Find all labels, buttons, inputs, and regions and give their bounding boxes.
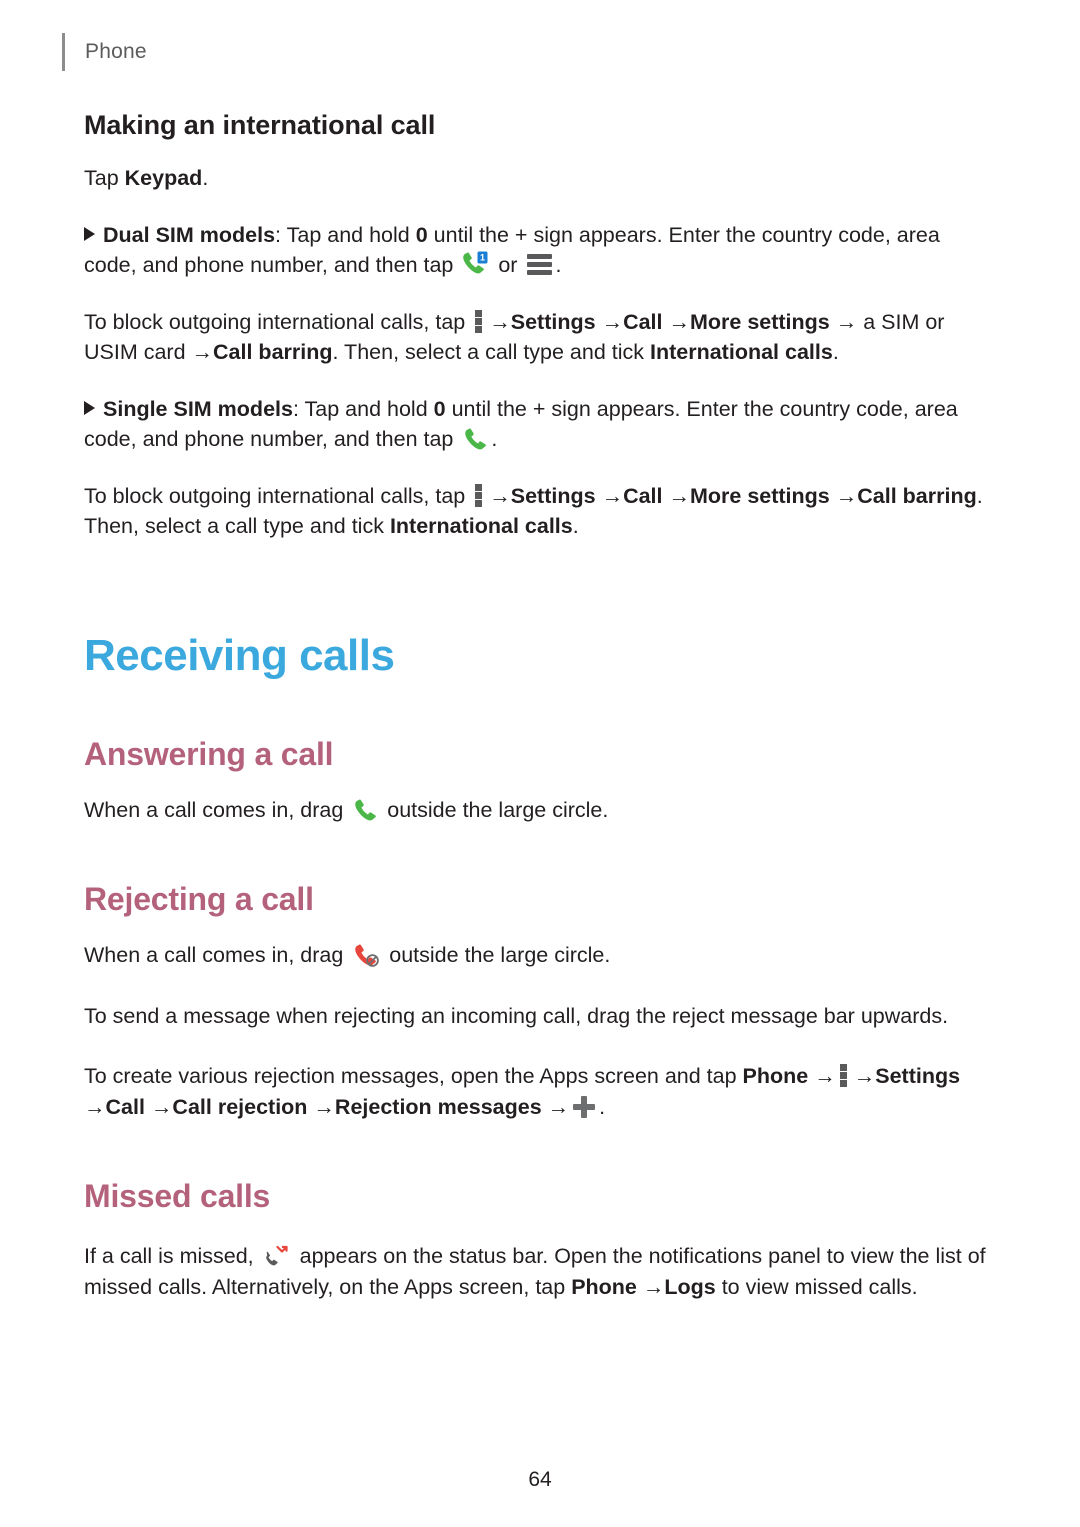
text-tap-suffix: . — [202, 166, 209, 190]
text-dual-sim-label: Dual SIM models — [103, 222, 276, 247]
page-content: Making an international call Tap Keypad.… — [84, 110, 996, 1302]
paragraph-reject-message-bar: To send a message when rejecting an inco… — [84, 1003, 949, 1028]
text-dual-sim-or: or — [492, 253, 524, 278]
call-handset-sim-icon: 1 — [461, 251, 488, 277]
text-usim-card: USIM card — [84, 340, 192, 365]
arrow-glyph-6: → — [489, 483, 511, 508]
arrow-glyph-13: → — [150, 1094, 173, 1119]
text-dual-sim-zero: 0 — [415, 222, 428, 247]
page-number: 64 — [528, 1468, 552, 1491]
text-reject-b: outside the large circle. — [383, 943, 611, 968]
text-phone-bold-2: Phone — [571, 1274, 637, 1299]
text-keypad-bold: Keypad — [124, 166, 203, 190]
text-call-barring-1: Call barring — [213, 340, 333, 365]
text-reject-a: When a call comes in, drag — [84, 943, 350, 968]
heading-missed-calls: Missed calls — [84, 1178, 271, 1215]
arrow-glyph-11: → — [853, 1064, 876, 1089]
text-dual-sim-a: Tap and hold — [286, 222, 416, 247]
text-international-calls-2: International calls — [389, 514, 573, 539]
arrow-glyph-9: → — [835, 483, 858, 508]
text-answer-b: outside the large circle. — [381, 797, 609, 822]
reject-call-icon — [353, 943, 380, 967]
call-handset-icon — [353, 798, 377, 822]
text-rejection-messages: Rejection messages — [334, 1094, 542, 1119]
bullet-dual-sim-models: Dual SIM models: Tap and hold 0 until th… — [84, 220, 996, 281]
text-missed-c: to view missed calls. — [715, 1274, 918, 1299]
text-call-3: Call — [105, 1094, 145, 1119]
text-period-2: . — [572, 514, 579, 539]
text-missed-a: If a call is missed, — [84, 1244, 260, 1268]
text-period-3: . — [599, 1094, 606, 1119]
text-single-sim-zero: 0 — [433, 396, 446, 421]
running-head: Phone — [62, 32, 147, 72]
paragraph-create-rejection-messages: To create various rejection messages, op… — [84, 1061, 996, 1122]
call-handset-icon — [463, 427, 487, 451]
text-single-sim-a: Tap and hold — [304, 396, 434, 421]
manual-page: Phone Making an international call Tap K… — [0, 0, 1080, 1527]
arrow-glyph-8: → — [668, 483, 690, 508]
text-dual-sim-colon: : — [275, 222, 287, 247]
arrow-glyph-10: → — [814, 1064, 836, 1089]
arrow-glyph-16: → — [642, 1274, 665, 1299]
text-logs-bold: Logs — [664, 1274, 716, 1299]
text-period-1: . — [832, 340, 839, 365]
text-phone-bold-1: Phone — [742, 1064, 809, 1089]
text-settings-2: Settings — [510, 483, 596, 508]
arrow-glyph-1: → — [489, 309, 511, 334]
running-head-label: Phone — [85, 40, 147, 63]
text-international-calls-1: International calls — [650, 340, 833, 365]
arrow-glyph-15: → — [547, 1094, 570, 1119]
text-call-rejection: Call rejection — [172, 1094, 308, 1119]
arrow-glyph-14: → — [313, 1094, 335, 1119]
text-single-sim-colon: : — [292, 396, 305, 421]
text-call-barring-2a: Call — [857, 483, 903, 508]
text-more-settings-2: More settings — [689, 483, 830, 508]
text-a-sim-or: a SIM or — [857, 309, 945, 334]
arrow-glyph-5: → — [191, 340, 214, 365]
text-call-barring-2b: barring — [902, 483, 977, 508]
text-settings-3: Settings — [875, 1064, 961, 1089]
heading-rejecting-a-call: Rejecting a call — [84, 881, 314, 918]
text-single-sim-c: . — [491, 427, 498, 452]
svg-text:1: 1 — [480, 253, 485, 263]
more-options-icon — [839, 1063, 849, 1088]
heading-making-international-call: Making an international call — [84, 110, 436, 140]
missed-call-icon — [263, 1245, 289, 1267]
bullet-triangle-icon — [84, 226, 95, 241]
paragraph-single-sim-blocking: To block outgoing international calls, t… — [84, 481, 996, 542]
text-then-select-1: . Then, select a call type and tick — [332, 340, 650, 365]
bullet-triangle-icon — [84, 400, 95, 415]
text-create-rejection-a: To create various rejection messages, op… — [84, 1064, 743, 1089]
arrow-glyph-12: → — [84, 1094, 106, 1119]
text-answer-a: When a call comes in, drag — [84, 797, 350, 822]
paragraph-rejecting-a-call: When a call comes in, drag outside the l… — [84, 940, 996, 971]
text-tap-prefix: Tap — [84, 166, 125, 190]
text-call-1: Call — [623, 309, 663, 334]
running-head-rule — [62, 33, 65, 71]
text-call-2: Call — [623, 483, 663, 508]
bullet-single-sim-models: Single SIM models: Tap and hold 0 until … — [84, 394, 996, 455]
paragraph-dual-sim-blocking: To block outgoing international calls, t… — [84, 307, 996, 368]
text-block-intl-single: To block outgoing international calls, t… — [84, 483, 472, 508]
sim-list-icon — [527, 254, 553, 276]
add-plus-icon — [572, 1095, 596, 1119]
paragraph-answering-a-call: When a call comes in, drag outside the l… — [84, 795, 996, 826]
arrow-glyph-7: → — [601, 483, 624, 508]
text-dual-sim-c: . — [555, 253, 562, 278]
paragraph-missed-calls: If a call is missed, appears on the stat… — [84, 1241, 996, 1302]
heading-receiving-calls: Receiving calls — [84, 630, 395, 680]
paragraph-tap-keypad: Tap Keypad. — [84, 163, 996, 194]
arrow-glyph-4: → — [835, 309, 858, 334]
text-settings-1: Settings — [510, 309, 596, 334]
arrow-glyph-3: → — [668, 309, 690, 334]
text-single-sim-label: Single SIM models — [103, 396, 293, 421]
text-block-intl-dual: To block outgoing international calls, t… — [84, 309, 472, 334]
text-more-settings-1: More settings — [689, 309, 830, 334]
heading-answering-a-call: Answering a call — [84, 736, 334, 773]
more-options-icon — [475, 483, 484, 507]
more-options-icon — [475, 309, 484, 333]
arrow-glyph-2: → — [601, 309, 624, 334]
